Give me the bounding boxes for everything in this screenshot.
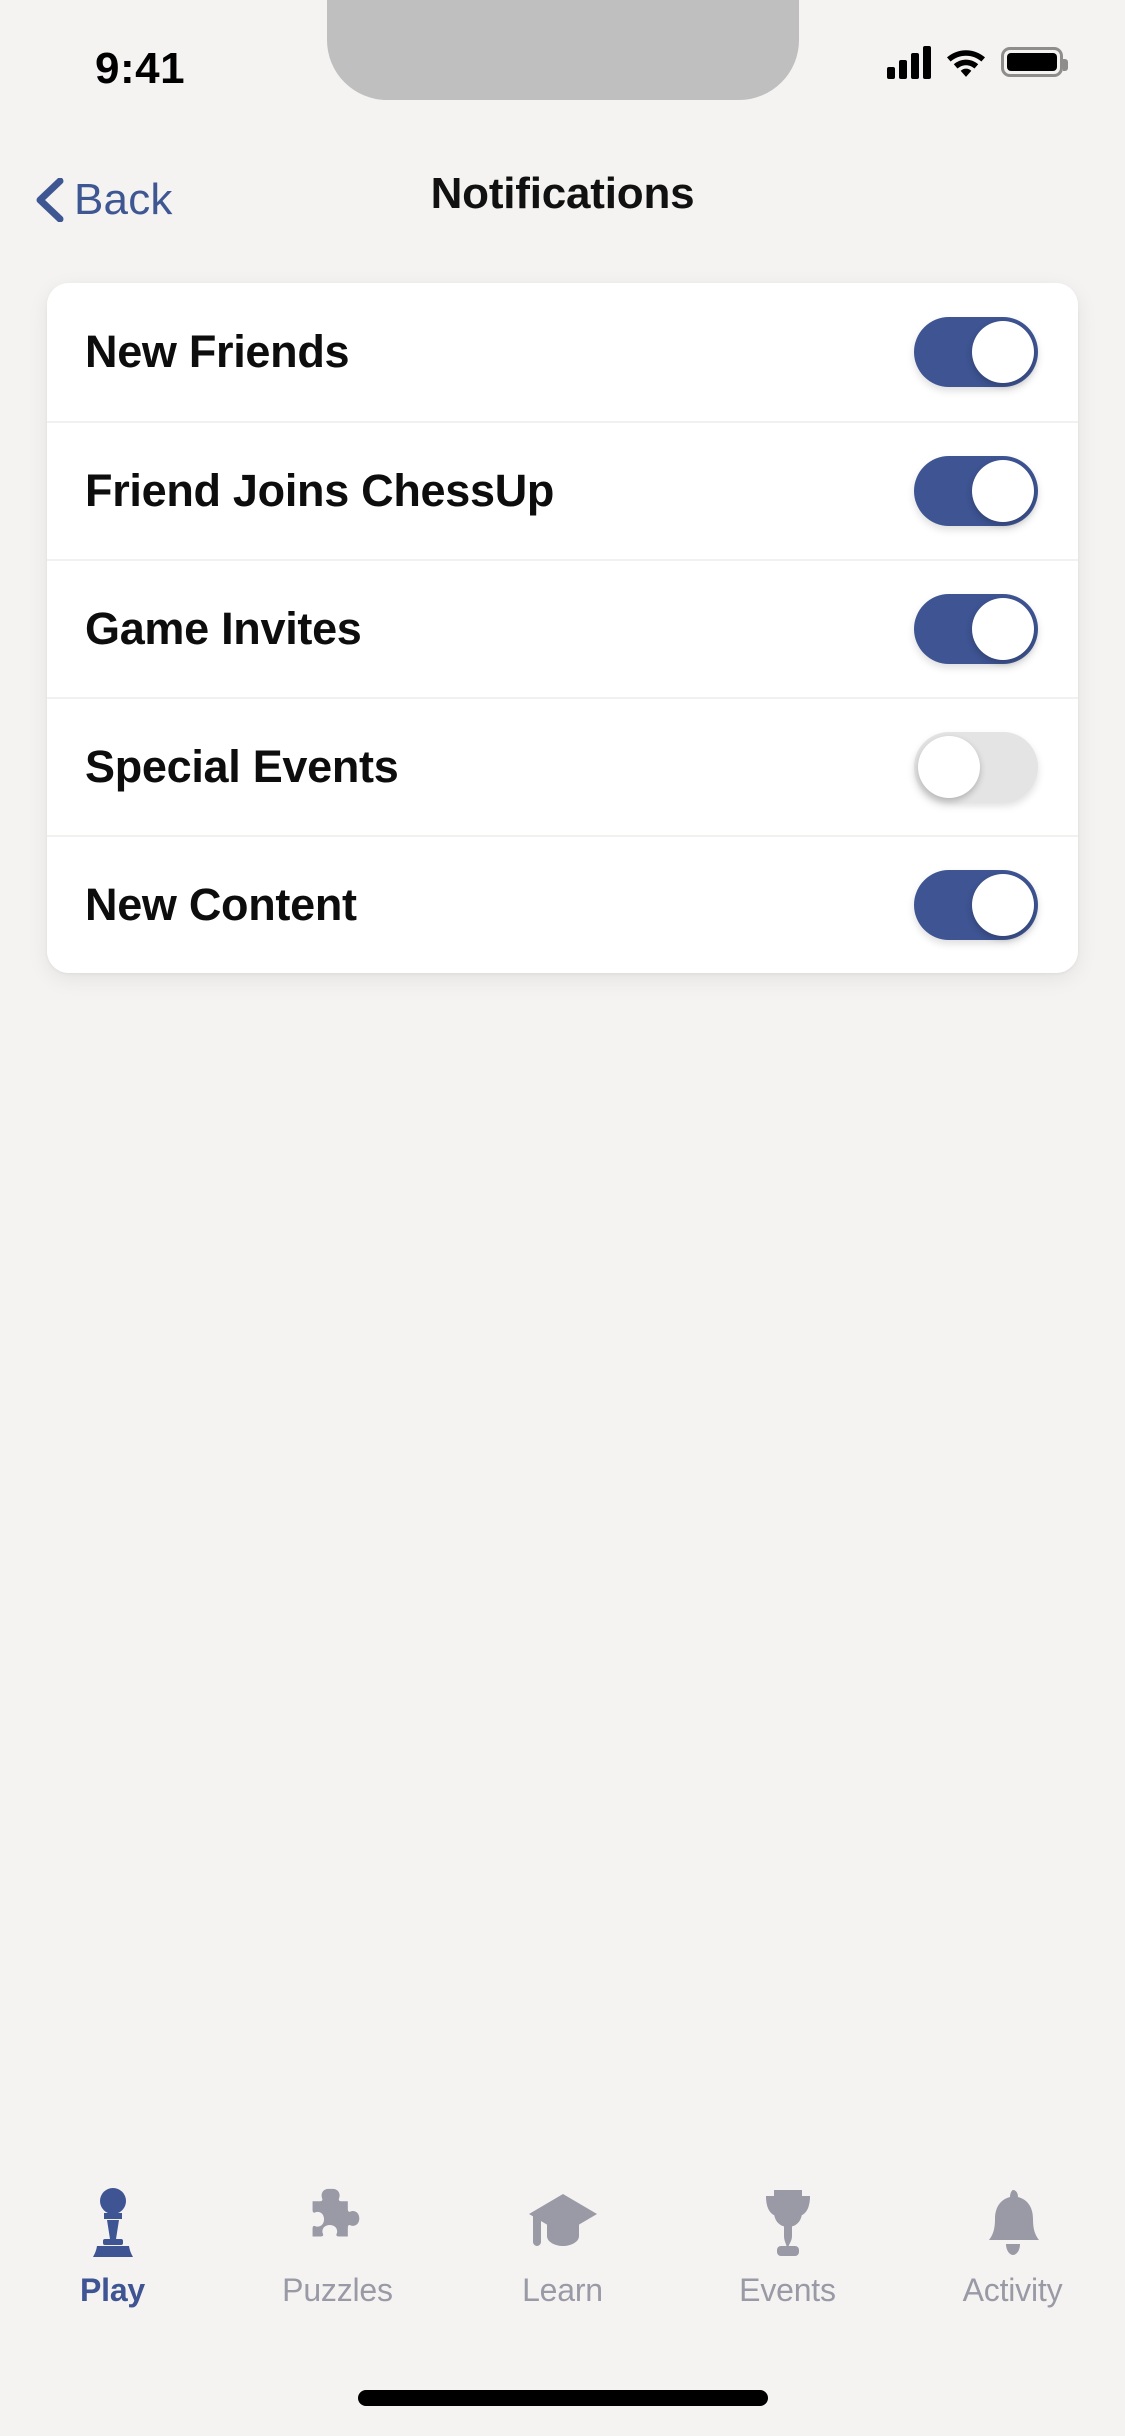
notification-settings-card: New Friends Friend Joins ChessUp Game In… [47,283,1078,973]
tab-play[interactable]: Play [0,2166,225,2326]
toggle-knob [972,321,1034,383]
page-title: Notifications [430,169,695,218]
toggle-new-friends[interactable] [914,317,1038,387]
trophy-icon [750,2184,826,2262]
graduation-cap-icon [525,2184,601,2262]
tab-label-events: Events [739,2271,836,2308]
bell-icon [975,2184,1051,2262]
navigation-bar: Back Notifications [0,155,1125,265]
tab-label-play: Play [79,2271,146,2308]
device-notch [326,0,799,100]
tab-activity[interactable]: Activity [900,2166,1125,2326]
setting-label: Special Events [85,741,399,792]
setting-row-game-invites[interactable]: Game Invites [47,559,1078,697]
battery-full-icon [1001,47,1068,77]
toggle-special-events[interactable] [914,732,1038,802]
tab-label-learn: Learn [522,2271,603,2308]
setting-row-friend-joins-chessup[interactable]: Friend Joins ChessUp [47,421,1078,559]
tab-puzzles[interactable]: Puzzles [225,2166,450,2326]
tab-label-activity: Activity [962,2271,1063,2308]
signal-bars-icon [887,45,931,79]
tab-label-puzzles: Puzzles [282,2271,393,2308]
toggle-knob [918,736,980,798]
toggle-friend-joins-chessup[interactable] [914,456,1038,526]
phone-screen: 9:41 Back Notifications New Friends Frie… [0,0,1125,2436]
toggle-knob [972,598,1034,660]
toggle-new-content[interactable] [914,870,1038,940]
tab-events[interactable]: Events [675,2166,900,2326]
chess-pawn-icon [75,2184,151,2262]
tab-bar: Play Puzzles Learn Events Activity [0,2166,1125,2326]
setting-label: Friend Joins ChessUp [85,465,555,516]
puzzle-piece-icon [300,2184,376,2262]
status-bar: 9:41 [0,0,1125,150]
setting-label: New Content [85,879,357,930]
setting-label: Game Invites [85,603,362,654]
setting-label: New Friends [85,326,350,377]
setting-row-new-content[interactable]: New Content [47,835,1078,973]
toggle-knob [972,460,1034,522]
wifi-icon [945,46,987,78]
home-indicator[interactable] [357,2390,768,2406]
status-bar-icons [887,45,1068,79]
setting-row-new-friends[interactable]: New Friends [47,283,1078,421]
tab-learn[interactable]: Learn [450,2166,675,2326]
setting-row-special-events[interactable]: Special Events [47,697,1078,835]
toggle-knob [972,874,1034,936]
status-bar-time: 9:41 [95,44,186,93]
toggle-game-invites[interactable] [914,594,1038,664]
